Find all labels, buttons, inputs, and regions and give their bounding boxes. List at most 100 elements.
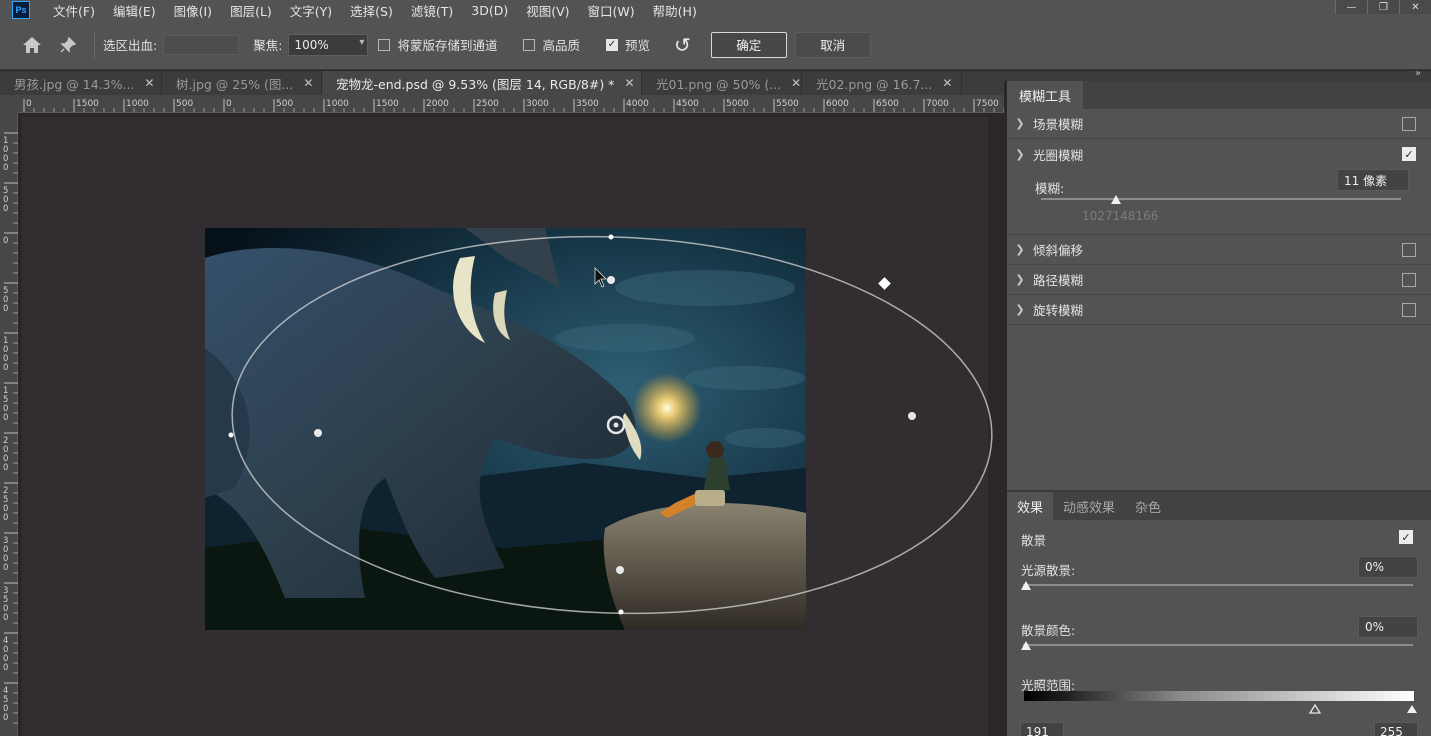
bokeh-color-slider-track[interactable] <box>1023 644 1413 646</box>
iris-blur-checkbox[interactable]: ✓ <box>1402 147 1416 161</box>
menu-item-layer[interactable]: 图层(L) <box>221 1 281 20</box>
menu-item-3d[interactable]: 3D(D) <box>462 3 517 18</box>
pin-icon[interactable] <box>50 27 86 63</box>
ruler-label: 0 <box>3 204 8 214</box>
ruler-label: 500 <box>176 99 193 109</box>
save-mask-option[interactable]: 将蒙版存储到通道 <box>378 35 503 54</box>
reset-icon[interactable]: ↺ <box>674 33 691 57</box>
preview-label: 预览 <box>624 38 650 53</box>
restore-icon[interactable]: ❐ <box>1367 0 1399 14</box>
effects-tabs: 效果 动感效果 杂色 <box>1007 492 1431 520</box>
blur-row-spin[interactable]: ❯ 旋转模糊 <box>1007 295 1431 325</box>
tab-light02[interactable]: 光02.png @ 16.7... ✕ <box>802 71 962 95</box>
bokeh-checkbox[interactable]: ✓ <box>1399 530 1413 544</box>
selection-bleed-label: 选区出血: <box>103 38 158 53</box>
light-bokeh-field[interactable]: 0% <box>1358 556 1418 578</box>
focus-value: 100% <box>294 37 329 52</box>
minimize-icon[interactable]: — <box>1335 0 1367 14</box>
ruler-label: 5500 <box>776 99 799 109</box>
tab-label: 男孩.jpg @ 14.3%... <box>14 76 135 92</box>
blur-row-path[interactable]: ❯ 路径模糊 <box>1007 265 1431 295</box>
field-blur-checkbox[interactable] <box>1402 117 1416 131</box>
document-tabs: 男孩.jpg @ 14.3%... ✕ 树.jpg @ 25% (图... ✕ 宠物… <box>0 71 1004 95</box>
chevron-right-icon[interactable]: ❯ <box>1007 273 1033 286</box>
blur-panel-tabs: 模糊工具 <box>1007 81 1431 109</box>
blur-row-field[interactable]: ❯ 场景模糊 <box>1007 109 1431 139</box>
bokeh-color-field[interactable]: 0% <box>1358 616 1418 638</box>
vertical-ruler[interactable]: 1000500050010001500200025003000350040004… <box>0 113 18 736</box>
light-range-high-field[interactable]: 255 <box>1374 722 1418 736</box>
focus-select[interactable]: 100% ▾ <box>288 33 369 56</box>
ruler-label: 6500 <box>876 99 899 109</box>
high-quality-checkbox[interactable] <box>523 38 536 51</box>
close-icon[interactable]: ✕ <box>942 76 952 90</box>
close-icon[interactable]: ✕ <box>791 76 801 90</box>
ok-button[interactable]: 确定 <box>710 31 787 58</box>
close-icon[interactable]: ✕ <box>303 76 313 90</box>
tab-noise[interactable]: 杂色 <box>1125 492 1171 520</box>
ruler-label: 0 <box>3 613 8 623</box>
light-bokeh-slider-track[interactable] <box>1023 584 1413 586</box>
chevron-down-icon[interactable]: ❯ <box>1007 148 1033 161</box>
tab-tree[interactable]: 树.jpg @ 25% (图... ✕ <box>162 71 322 95</box>
horizontal-ruler[interactable]: 0 1500 1000 500 0 500 1000 1500 2000 2500 3000 3500… <box>18 95 1004 113</box>
ruler-label: 0 <box>3 163 8 173</box>
menu-item-filter[interactable]: 滤镜(T) <box>402 1 462 20</box>
preview-option[interactable]: ✓ 预览 <box>605 35 656 54</box>
blur-row-iris[interactable]: ❯ 光圈模糊 ✓ <box>1007 139 1431 169</box>
dragon-artwork[interactable] <box>205 228 806 630</box>
tab-motion-effects[interactable]: 动感效果 <box>1053 492 1125 520</box>
iris-blur-slider-thumb[interactable] <box>1111 195 1121 204</box>
iris-blur-amount-field[interactable]: 11 像素 <box>1337 169 1409 191</box>
tab-pet-dragon[interactable]: 宠物龙-end.psd @ 9.53% (图层 14, RGB/8#) * ✕ <box>322 71 642 95</box>
light-bokeh-slider-thumb[interactable] <box>1021 581 1031 590</box>
ruler-label: 5000 <box>726 99 749 109</box>
menu-item-select[interactable]: 选择(S) <box>341 1 402 20</box>
tab-light01[interactable]: 光01.png @ 50% (... ✕ <box>642 71 802 95</box>
ruler-label: 1500 <box>376 99 399 109</box>
save-mask-checkbox[interactable] <box>378 38 391 51</box>
menu-item-edit[interactable]: 编辑(E) <box>104 1 165 20</box>
path-blur-label: 路径模糊 <box>1033 273 1084 288</box>
home-icon[interactable] <box>14 27 50 63</box>
tab-blur-tools[interactable]: 模糊工具 <box>1007 81 1084 109</box>
ruler-label: 7000 <box>926 99 949 109</box>
menu-item-help[interactable]: 帮助(H) <box>644 1 706 20</box>
menu-item-view[interactable]: 视图(V) <box>517 1 578 20</box>
selection-bleed-field[interactable] <box>163 34 240 55</box>
bokeh-color-slider-thumb[interactable] <box>1021 641 1031 650</box>
blur-row-tilt-shift[interactable]: ❯ 倾斜偏移 <box>1007 235 1431 265</box>
preview-checkbox[interactable]: ✓ <box>605 38 618 51</box>
collapse-panels-icon[interactable]: » <box>1415 68 1421 79</box>
tilt-shift-checkbox[interactable] <box>1402 243 1416 257</box>
chevron-right-icon[interactable]: ❯ <box>1007 117 1033 130</box>
light-range-handles[interactable] <box>1007 702 1431 716</box>
bokeh-label: 散景 <box>1021 533 1047 548</box>
spin-blur-checkbox[interactable] <box>1402 303 1416 317</box>
panel-collapse-strip[interactable]: » <box>1004 68 1431 81</box>
tab-label: 树.jpg @ 25% (图... <box>176 76 294 92</box>
chevron-right-icon[interactable]: ❯ <box>1007 243 1033 256</box>
close-icon[interactable]: ✕ <box>144 76 154 90</box>
menu-item-file[interactable]: 文件(F) <box>44 1 104 20</box>
effects-panel: 效果 动感效果 杂色 散景 ✓ 光源散景: 0% 散景颜色: 0% 光照范围: … <box>1007 490 1431 736</box>
path-blur-checkbox[interactable] <box>1402 273 1416 287</box>
chevron-right-icon[interactable]: ❯ <box>1007 303 1033 316</box>
iris-blur-slider-track[interactable] <box>1041 198 1401 200</box>
menu-item-image[interactable]: 图像(I) <box>165 1 221 20</box>
close-icon[interactable]: ✕ <box>624 76 634 90</box>
high-quality-option[interactable]: 高品质 <box>523 35 586 54</box>
tab-boy[interactable]: 男孩.jpg @ 14.3%... ✕ <box>0 71 162 95</box>
tab-effects[interactable]: 效果 <box>1007 492 1054 520</box>
light-range-low-field[interactable]: 191 <box>1020 722 1064 736</box>
close-window-icon[interactable]: ✕ <box>1399 0 1431 14</box>
window-controls: — ❐ ✕ <box>1335 0 1431 14</box>
focus-label: 聚焦: <box>253 38 283 53</box>
menu-item-window[interactable]: 窗口(W) <box>579 1 644 20</box>
cancel-button[interactable]: 取消 <box>794 31 871 58</box>
light-range-high-handle <box>1407 705 1417 713</box>
light-range-gradient[interactable] <box>1024 691 1414 701</box>
light-bokeh-label: 光源散景: <box>1021 563 1076 578</box>
menu-item-type[interactable]: 文字(Y) <box>281 1 341 20</box>
tilt-shift-label: 倾斜偏移 <box>1033 243 1084 258</box>
